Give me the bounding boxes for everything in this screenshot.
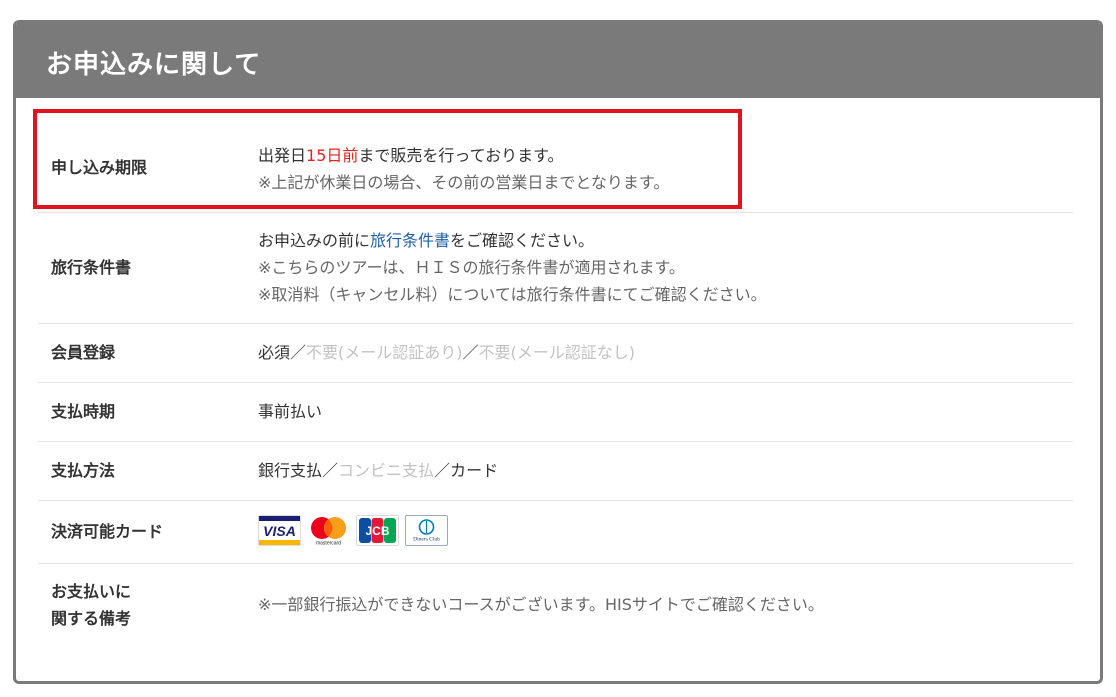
conditions-note-2: ※取消料（キャンセル料）については旅行条件書にてご確認ください。	[258, 285, 767, 304]
separator: ／	[462, 343, 479, 362]
row-travel-conditions: 旅行条件書 お申込みの前に旅行条件書をご確認ください。 ※こちらのツアーは、ＨＩ…	[38, 212, 1073, 324]
payment-convenience-store: コンビニ支払	[338, 461, 435, 480]
row-accepted-cards: 決済可能カード VISA mastercard JCB Diners Club	[38, 501, 1073, 564]
row-member-registration: 会員登録 必須／不要(メール認証あり)／不要(メール認証なし)	[38, 324, 1073, 383]
row-content: お申込みの前に旅行条件書をご確認ください。 ※こちらのツアーは、ＨＩＳの旅行条件…	[258, 227, 767, 308]
row-content: 事前払い	[258, 402, 323, 421]
separator: ／	[290, 343, 307, 362]
conditions-line-1: お申込みの前に旅行条件書をご確認ください。	[258, 227, 767, 254]
mastercard-text: mastercard	[316, 541, 341, 547]
row-label: 決済可能カード	[51, 522, 164, 541]
panel-header: お申込みに関して	[16, 20, 1100, 98]
registration-required: 必須	[258, 343, 291, 362]
row-label: 支払時期	[51, 402, 116, 421]
diners-text: Diners Club	[413, 537, 440, 543]
row-label: お支払いに 関する備考	[51, 578, 131, 632]
visa-text: VISA	[263, 523, 296, 539]
conditions-note-1: ※こちらのツアーは、ＨＩＳの旅行条件書が適用されます。	[258, 258, 685, 277]
jcb-icon: JCB	[356, 515, 399, 546]
row-label-line-1: お支払いに	[51, 582, 132, 601]
row-label-line-2: 関する備考	[51, 609, 132, 628]
payment-bank: 銀行支払	[258, 461, 323, 480]
row-content: 銀行支払／コンビニ支払／カード	[258, 457, 498, 484]
visa-icon: VISA	[258, 515, 301, 546]
conditions-text-pre: お申込みの前に	[258, 231, 371, 250]
travel-conditions-link[interactable]: 旅行条件書	[370, 231, 450, 250]
deadline-highlight-frame	[33, 109, 742, 209]
row-payment-method: 支払方法 銀行支払／コンビニ支払／カード	[38, 442, 1073, 501]
jcb-text: JCB	[365, 524, 389, 538]
row-payment-notes: お支払いに 関する備考 ※一部銀行振込ができないコースがございます。HISサイト…	[38, 564, 1073, 646]
panel-title: お申込みに関して	[46, 50, 262, 80]
registration-not-required-with-email: 不要(メール認証あり)	[306, 343, 463, 362]
row-content: 必須／不要(メール認証あり)／不要(メール認証なし)	[258, 339, 635, 366]
mastercard-icon: mastercard	[307, 515, 350, 546]
conditions-text-post: をご確認ください。	[450, 231, 595, 250]
separator: ／	[434, 461, 451, 480]
row-content: ※一部銀行振込ができないコースがございます。HISサイトでご確認ください。	[258, 595, 824, 614]
row-label: 旅行条件書	[51, 258, 132, 277]
card-logos: VISA mastercard JCB Diners Club	[258, 515, 448, 546]
row-label: 会員登録	[51, 343, 116, 362]
payment-card: カード	[450, 461, 499, 480]
diners-club-icon: Diners Club	[405, 515, 448, 546]
registration-not-required-no-email: 不要(メール認証なし)	[478, 343, 636, 362]
row-label: 支払方法	[51, 461, 116, 480]
row-payment-timing: 支払時期 事前払い	[38, 383, 1073, 442]
separator: ／	[322, 461, 339, 480]
